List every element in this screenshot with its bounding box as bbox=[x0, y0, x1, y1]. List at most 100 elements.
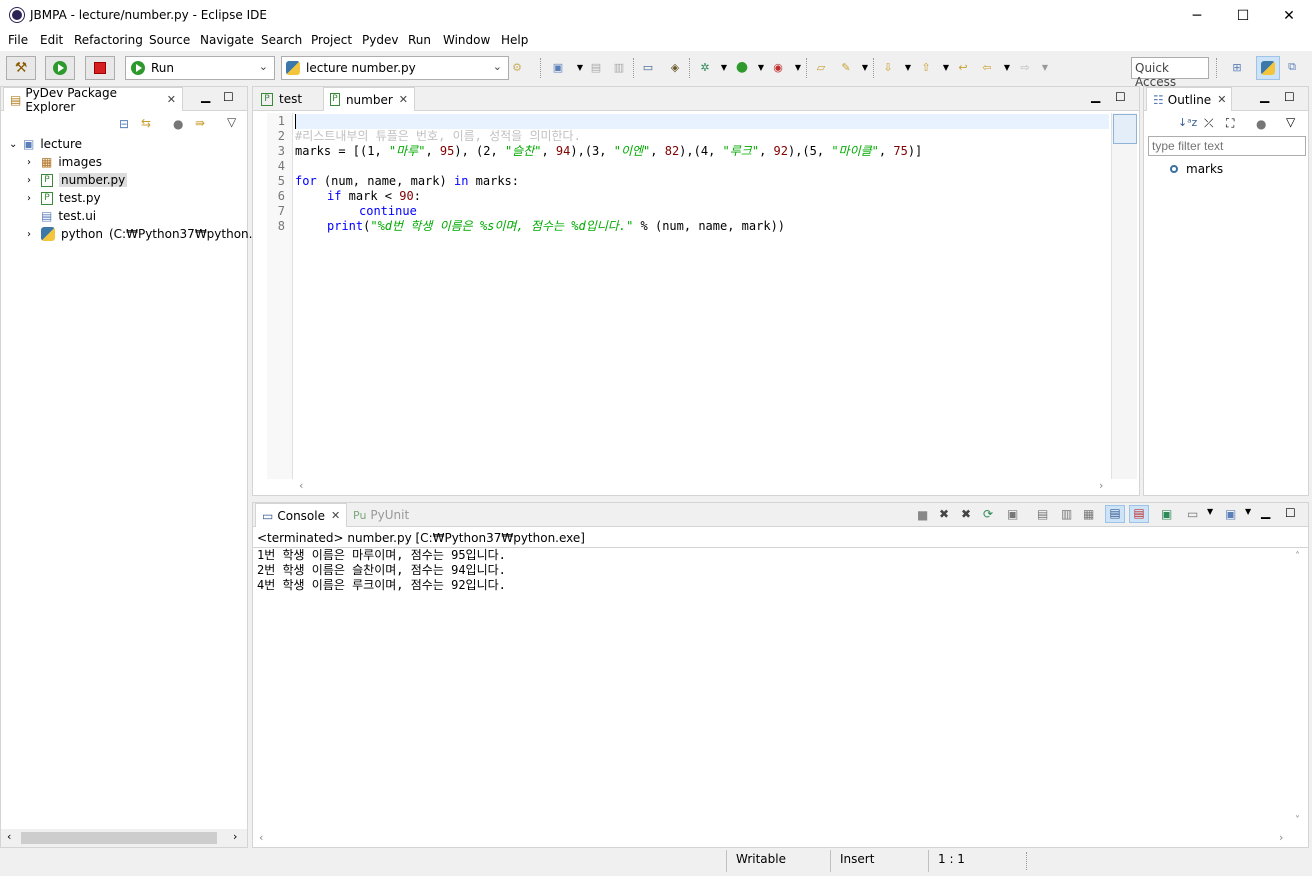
focus-icon[interactable]: ⇛ bbox=[195, 116, 205, 130]
new-icon[interactable]: ▣ bbox=[550, 59, 566, 75]
close-icon[interactable]: ✕ bbox=[331, 509, 340, 522]
maximize-button[interactable]: ☐ bbox=[1220, 0, 1266, 31]
tab-package-explorer[interactable]: ▤ PyDev Package Explorer ✕ bbox=[3, 86, 183, 114]
maximize-view-icon[interactable]: ☐ bbox=[1284, 90, 1295, 104]
word-wrap-icon[interactable]: ▦ bbox=[1083, 507, 1094, 521]
last-edit-icon[interactable]: ↩ bbox=[955, 59, 971, 75]
open-folder-icon[interactable]: ▱ bbox=[813, 59, 829, 75]
tree-project-lecture[interactable]: ⌄ ▣ lecture bbox=[9, 135, 82, 153]
run-icon[interactable]: ● bbox=[734, 59, 750, 75]
menu-run[interactable]: Run bbox=[408, 33, 431, 47]
display-console-icon[interactable]: ▭ bbox=[1187, 507, 1198, 521]
build-button[interactable]: ⚒ bbox=[6, 56, 36, 80]
menu-window[interactable]: Window bbox=[443, 33, 490, 47]
save-all-icon[interactable]: ▥ bbox=[611, 59, 627, 75]
outline-item-marks[interactable]: marks bbox=[1170, 160, 1223, 178]
view-menu-icon[interactable]: ▽ bbox=[1286, 115, 1295, 129]
scroll-lock-icon[interactable]: ▥ bbox=[1061, 507, 1072, 521]
filters-icon[interactable]: ● bbox=[1256, 117, 1266, 131]
tree-item-test-ui[interactable]: ▤ test.ui bbox=[41, 207, 96, 225]
relaunch-icon[interactable]: ⟳ bbox=[983, 507, 993, 521]
editor-vscrollbar[interactable] bbox=[1111, 113, 1137, 479]
next-annotation-icon[interactable]: ⇩ bbox=[880, 59, 896, 75]
clear-console-icon[interactable]: ▤ bbox=[1037, 507, 1048, 521]
menu-pydev[interactable]: Pydev bbox=[362, 33, 398, 47]
menu-source[interactable]: Source bbox=[149, 33, 190, 47]
tree-item-images[interactable]: › ▦ images bbox=[27, 153, 102, 171]
chevron-down-icon[interactable]: ▼ bbox=[790, 59, 806, 75]
tab-console[interactable]: ▭ Console ✕ bbox=[255, 503, 347, 527]
pencil-icon[interactable]: ✎ bbox=[838, 59, 854, 75]
external-tools-icon[interactable]: ◉ bbox=[770, 59, 786, 75]
scroll-left-icon[interactable]: ‹ bbox=[299, 479, 303, 492]
chevron-down-icon[interactable]: ▼ bbox=[999, 59, 1015, 75]
gear-icon[interactable]: ⚙ bbox=[509, 59, 525, 75]
outline-filter-input[interactable] bbox=[1148, 136, 1306, 156]
scroll-left-icon[interactable]: ‹ bbox=[259, 831, 263, 844]
tree-item-test-py[interactable]: › P test.py bbox=[27, 189, 101, 207]
run-button[interactable] bbox=[45, 56, 75, 80]
package-icon[interactable]: ◈ bbox=[667, 59, 683, 75]
prev-annotation-icon[interactable]: ⇧ bbox=[918, 59, 934, 75]
menu-help[interactable]: Help bbox=[501, 33, 528, 47]
chevron-down-icon[interactable]: ▼ bbox=[938, 59, 954, 75]
show-on-stderr-icon[interactable]: ▤ bbox=[1129, 505, 1149, 523]
scroll-right-icon[interactable]: › bbox=[1099, 479, 1103, 492]
pydev-perspective-button[interactable] bbox=[1256, 56, 1280, 80]
pin-console-icon[interactable]: ▣ bbox=[1007, 507, 1018, 521]
view-menu-icon[interactable]: ▽ bbox=[227, 115, 236, 129]
close-icon[interactable]: ✕ bbox=[1217, 93, 1226, 106]
chevron-down-icon[interactable]: ▼ bbox=[572, 59, 588, 75]
chevron-down-icon[interactable]: ▼ bbox=[1037, 59, 1053, 75]
run-config-combo[interactable]: Run ⌄ bbox=[125, 56, 275, 80]
explorer-hscrollbar[interactable]: ‹ › bbox=[1, 829, 247, 847]
close-icon[interactable]: ✕ bbox=[399, 93, 408, 106]
chevron-down-icon[interactable]: ▼ bbox=[857, 59, 873, 75]
open-perspective-icon[interactable]: ⊞ bbox=[1229, 59, 1245, 75]
close-icon[interactable]: ✕ bbox=[167, 93, 176, 106]
chevron-down-icon[interactable]: ▼ bbox=[753, 59, 769, 75]
chevron-down-icon[interactable]: ▼ bbox=[716, 59, 732, 75]
chevron-down-icon[interactable]: ▼ bbox=[900, 59, 916, 75]
minimize-view-icon[interactable]: ▁ bbox=[201, 89, 210, 103]
scroll-down-icon[interactable]: ˅ bbox=[1295, 815, 1300, 826]
show-on-stdout-icon[interactable]: ▤ bbox=[1105, 505, 1125, 523]
sort-icon[interactable]: ↓ᵃz bbox=[1178, 116, 1197, 129]
tab-number[interactable]: P number ✕ bbox=[323, 87, 415, 111]
menu-search[interactable]: Search bbox=[261, 33, 302, 47]
menu-project[interactable]: Project bbox=[311, 33, 352, 47]
collapse-all-icon[interactable]: ⊟ bbox=[119, 117, 129, 131]
console-hscrollbar[interactable]: ‹ › bbox=[253, 831, 1308, 847]
remove-launch-icon[interactable]: ✖ bbox=[939, 507, 949, 521]
minimize-view-icon[interactable]: ▁ bbox=[1091, 89, 1100, 103]
terminate-icon[interactable]: ■ bbox=[917, 508, 928, 522]
editor-hscrollbar[interactable]: ‹ › bbox=[295, 479, 1111, 493]
filters-icon[interactable]: ● bbox=[173, 117, 183, 131]
maximize-view-icon[interactable]: ☐ bbox=[223, 90, 234, 104]
tab-outline[interactable]: ☷ Outline ✕ bbox=[1146, 87, 1232, 111]
menu-refactoring[interactable]: Refactoring bbox=[74, 33, 143, 47]
chevron-down-icon[interactable]: ▼ bbox=[1245, 507, 1251, 516]
code-area[interactable]: #리스트내부의 튜플은 번호, 이름, 성적을 의미한다. marks = [(… bbox=[295, 114, 1109, 479]
scroll-thumb[interactable] bbox=[21, 832, 217, 844]
minimize-button[interactable]: ─ bbox=[1174, 0, 1220, 31]
launch-target-combo[interactable]: lecture number.py ⌄ bbox=[281, 56, 509, 80]
quick-access-field[interactable]: Quick Access bbox=[1131, 57, 1209, 89]
back-arrow-icon[interactable]: ⇦ bbox=[979, 59, 995, 75]
scroll-right-icon[interactable]: › bbox=[1279, 831, 1283, 844]
console-output[interactable]: 1번 학생 이름은 마루이며, 점수는 95입니다. 2번 학생 이름은 슬찬이… bbox=[253, 547, 1308, 831]
minimize-view-icon[interactable]: ▁ bbox=[1260, 89, 1269, 103]
debug-icon[interactable]: ✲ bbox=[697, 59, 713, 75]
terminal-icon[interactable]: ▭ bbox=[640, 59, 656, 75]
minimize-view-icon[interactable]: ▁ bbox=[1261, 505, 1270, 519]
tab-pyunit[interactable]: Pu PyUnit bbox=[347, 503, 417, 527]
scroll-thumb[interactable] bbox=[1113, 114, 1137, 144]
scroll-up-icon[interactable]: ˄ bbox=[1295, 551, 1300, 562]
scroll-left-icon[interactable]: ‹ bbox=[7, 830, 11, 843]
maximize-view-icon[interactable]: ☐ bbox=[1115, 90, 1126, 104]
link-with-editor-icon[interactable]: ⇆ bbox=[141, 116, 151, 130]
expand-icon[interactable]: ⛶ bbox=[1226, 116, 1234, 131]
menu-edit[interactable]: Edit bbox=[40, 33, 63, 47]
stop-button[interactable] bbox=[85, 56, 115, 80]
open-console-icon[interactable]: ▣ bbox=[1161, 507, 1172, 521]
